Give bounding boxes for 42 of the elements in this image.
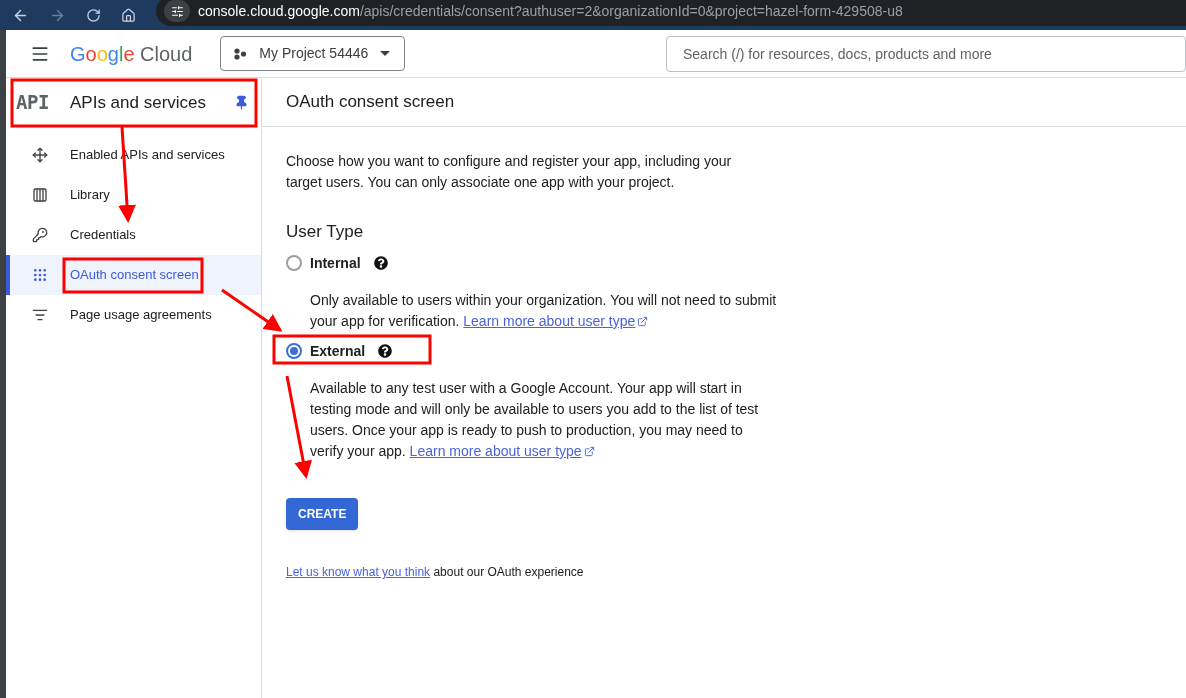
dots-grid-icon xyxy=(32,267,48,283)
list-settings-icon xyxy=(32,307,48,323)
reload-icon[interactable] xyxy=(86,7,101,23)
project-icon xyxy=(233,47,248,60)
address-bar[interactable]: console.cloud.google.com/apis/credentials/consent?authuser=2&organizationId=0&project=hazel-form-429508-u8 xyxy=(156,0,1186,26)
option-label: External xyxy=(310,341,366,361)
sidebar-item[interactable]: Page usage agreements xyxy=(6,295,261,335)
learn-more-link[interactable]: Learn more about user type xyxy=(463,311,649,332)
feedback-link[interactable]: Let us know what you think xyxy=(286,565,431,579)
intro-text: Choose how you want to configure and register your app, including your target users. You can only associate one app with your project. xyxy=(286,152,733,192)
caret-icon xyxy=(380,51,391,56)
sliders-icon xyxy=(170,4,184,18)
pin-icon[interactable] xyxy=(234,95,249,110)
url-text: console.cloud.google.com/apis/credentials/consent?authuser=2&organizationId=0&project=hazel-form-429508-u8 xyxy=(198,1,903,21)
api-label: API xyxy=(16,90,50,116)
sidebar-item[interactable]: Credentials xyxy=(6,215,261,255)
help-icon[interactable] xyxy=(373,256,388,270)
sidebar-item[interactable]: OAuth consent screen xyxy=(6,255,261,295)
external-link-icon xyxy=(583,446,595,457)
option-label: Internal xyxy=(310,253,361,273)
move-arrows-icon xyxy=(32,147,48,163)
search-field[interactable]: Search (/) for resources, docs, products and more xyxy=(666,35,1186,72)
sidebar-title: APIs and services xyxy=(70,91,208,114)
option-description: Available to any test user with a Google Account. Your app will start in testing mode and will only be available to users you add to the list of test users. Once your app is ready to push to production, you may need to verify your app. Learn more about user type xyxy=(310,378,780,462)
option-description: Only available to users within your organization. You will not need to submit your app for verification. Learn more about user type xyxy=(310,290,780,332)
key-icon xyxy=(32,227,48,243)
site-info-button[interactable] xyxy=(164,0,190,22)
help-icon[interactable] xyxy=(378,344,393,358)
google-cloud-logo: Google Cloud xyxy=(70,41,193,67)
columns-icon xyxy=(32,187,48,203)
project-picker[interactable]: My Project 54446 xyxy=(220,36,406,71)
learn-more-link[interactable]: Learn more about user type xyxy=(409,441,595,462)
radio-button[interactable] xyxy=(286,255,302,271)
create-button[interactable]: CREATE xyxy=(286,498,359,530)
page-title: OAuth consent screen xyxy=(286,91,455,114)
external-link-icon xyxy=(637,316,649,327)
section-title: User Type xyxy=(286,221,365,242)
radio-button[interactable] xyxy=(286,343,302,359)
annotation-arrow xyxy=(221,288,283,332)
feedback-text: Let us know what you think about our OAuth experience xyxy=(286,564,585,581)
sidebar-item[interactable]: Library xyxy=(6,175,261,215)
home-icon[interactable] xyxy=(121,7,136,23)
